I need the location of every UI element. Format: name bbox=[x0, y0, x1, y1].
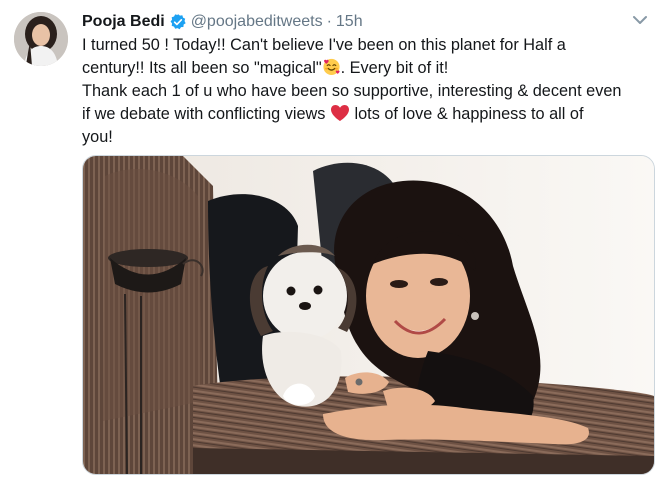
tweet-text-segment: . Every bit of it! bbox=[340, 59, 449, 77]
tweet-text-segment: lots of love & happiness to all of bbox=[349, 105, 584, 123]
tweet-timestamp[interactable]: 15h bbox=[336, 11, 363, 33]
tweet-text-segment: I turned 50 ! Today!! Can't believe I've… bbox=[82, 36, 566, 54]
chevron-down-icon[interactable] bbox=[632, 13, 648, 25]
tweet-text-segment: century!! Its all been so "magical" bbox=[82, 59, 322, 77]
tweet-text-segment: you! bbox=[82, 128, 113, 146]
user-handle[interactable]: @poojabeditweets bbox=[191, 11, 323, 33]
tweet-text-line: if we debate with conflicting views lots… bbox=[82, 103, 658, 126]
tweet-text-segment: if we debate with conflicting views bbox=[82, 105, 326, 123]
tweet-media-image[interactable] bbox=[82, 155, 655, 475]
tweet-text-line: I turned 50 ! Today!! Can't believe I've… bbox=[82, 34, 658, 57]
display-name[interactable]: Pooja Bedi bbox=[82, 11, 165, 33]
red-heart-emoji bbox=[330, 104, 350, 129]
tweet-text-line: century!! Its all been so "magical" . Ev… bbox=[82, 57, 658, 80]
tweet-text-line: Thank each 1 of u who have been so suppo… bbox=[82, 80, 658, 103]
profile-avatar[interactable] bbox=[14, 12, 68, 66]
tweet-text: I turned 50 ! Today!! Can't believe I've… bbox=[82, 34, 658, 149]
meta-separator: · bbox=[326, 13, 332, 30]
tweet-text-segment: Thank each 1 of u who have been so suppo… bbox=[82, 82, 622, 100]
photo-woman-with-puppy bbox=[83, 156, 654, 474]
tweet-card: Pooja Bedi @poojabeditweets · 15h I turn… bbox=[0, 0, 670, 478]
tweet-header: Pooja Bedi @poojabeditweets · 15h bbox=[82, 10, 363, 34]
tweet-text-line: you! bbox=[82, 126, 658, 149]
avatar-image bbox=[14, 12, 68, 66]
verified-badge-icon bbox=[169, 13, 187, 31]
